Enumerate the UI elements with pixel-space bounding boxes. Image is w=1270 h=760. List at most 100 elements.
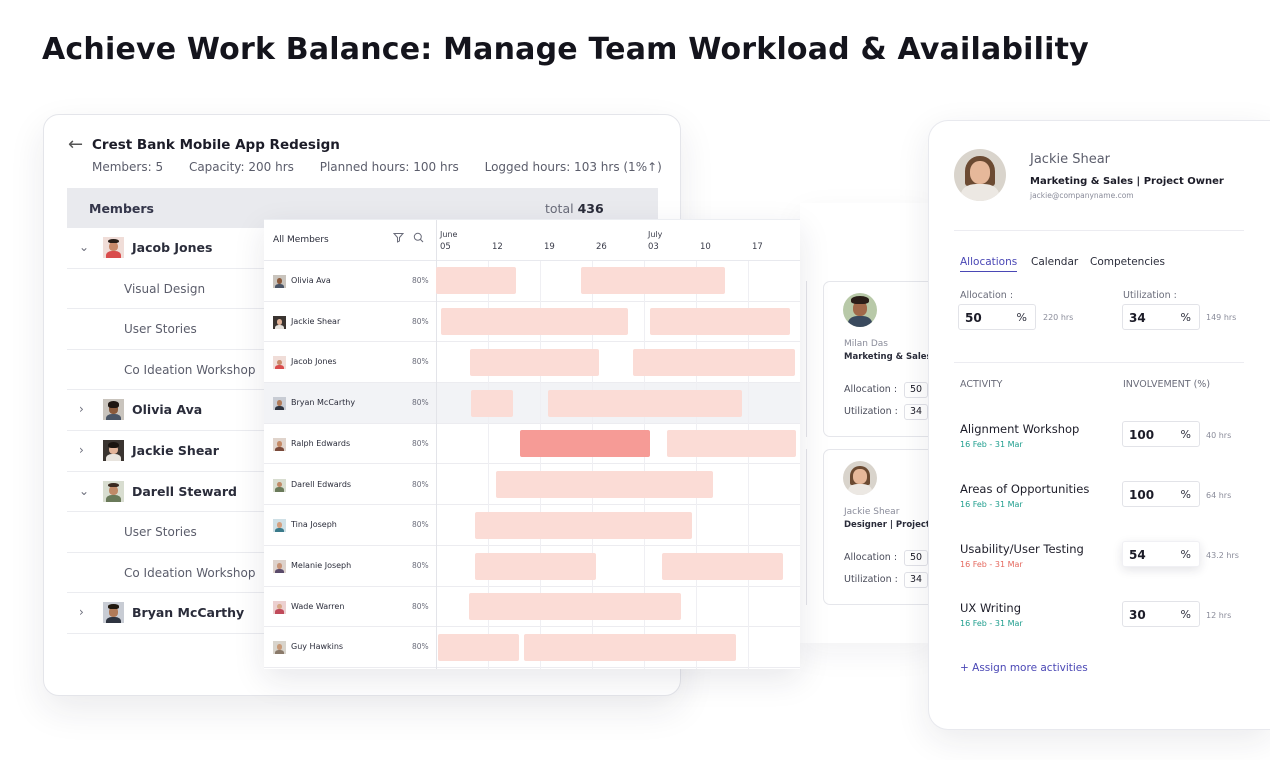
allocation-bar[interactable] xyxy=(581,267,725,294)
chevron-down-icon[interactable]: ⌄ xyxy=(79,240,89,254)
involvement-input[interactable]: 100 % xyxy=(1122,481,1200,507)
involvement-input-active[interactable]: 54 % xyxy=(1122,541,1200,567)
chevron-right-icon[interactable]: › xyxy=(79,443,84,457)
activity-name: Usability/User Testing xyxy=(960,542,1084,556)
activity-dates: 16 Feb - 31 Mar xyxy=(960,500,1023,509)
chevron-right-icon[interactable]: › xyxy=(79,402,84,416)
member-name: Olivia Ava xyxy=(291,276,331,285)
allocation-bar[interactable] xyxy=(441,308,628,335)
project-title: Crest Bank Mobile App Redesign xyxy=(92,137,340,153)
avatar xyxy=(103,399,124,421)
allocation-field[interactable]: 50 xyxy=(904,550,928,566)
utilization-field[interactable]: 34 xyxy=(904,404,928,420)
avatar xyxy=(103,237,124,258)
allocation-bar[interactable] xyxy=(438,634,519,661)
avatar xyxy=(843,461,877,495)
percent-unit: % xyxy=(1180,608,1191,621)
allocation-bar[interactable] xyxy=(650,308,790,335)
activity-dates: 16 Feb - 31 Mar xyxy=(960,440,1023,449)
allocation-percent: 80% xyxy=(412,398,429,408)
allocation-bar[interactable] xyxy=(524,634,736,661)
allocation-bar[interactable] xyxy=(469,593,681,620)
profile-photo xyxy=(954,149,1006,201)
allocation-bar[interactable] xyxy=(436,267,516,294)
allocation-bar[interactable] xyxy=(662,553,783,580)
percent-unit: % xyxy=(1180,548,1191,561)
allocation-label: Allocation : xyxy=(844,552,898,563)
member-name: Milan Das xyxy=(844,339,888,349)
search-icon[interactable] xyxy=(413,232,424,246)
utilization-field[interactable]: 34 xyxy=(904,572,928,588)
week-label: 05 xyxy=(440,242,451,252)
member-name: Ralph Edwards xyxy=(291,438,351,448)
activity-hours: 12 hrs xyxy=(1206,611,1232,620)
task-name: Visual Design xyxy=(124,281,206,296)
member-name: Olivia Ava xyxy=(132,402,203,418)
utilization-label: Utilization : xyxy=(844,406,898,417)
avatar xyxy=(843,293,877,327)
activity-dates: 16 Feb - 31 Mar xyxy=(960,560,1023,569)
allocation-bar[interactable] xyxy=(667,430,796,457)
chevron-down-icon[interactable]: ⌄ xyxy=(79,484,89,498)
utilization-hours: 149 hrs xyxy=(1206,313,1237,322)
task-name: Co Ideation Workshop xyxy=(124,565,256,580)
week-label: 19 xyxy=(544,242,555,252)
involvement-input[interactable]: 30 % xyxy=(1122,601,1200,627)
percent-unit: % xyxy=(1180,311,1191,324)
week-label: 10 xyxy=(700,242,711,252)
allocation-bar[interactable] xyxy=(471,390,513,417)
divider xyxy=(954,362,1244,363)
divider xyxy=(954,230,1244,231)
week-label: 17 xyxy=(752,242,763,252)
allocation-bar[interactable] xyxy=(633,349,795,376)
utilization-value: 34 xyxy=(1129,311,1146,325)
tab-competencies[interactable]: Competencies xyxy=(1090,256,1165,271)
allocation-percent: 80% xyxy=(412,316,429,326)
percent-unit: % xyxy=(1180,428,1191,441)
avatar xyxy=(103,440,124,461)
activity-name: Areas of Opportunities xyxy=(960,482,1090,496)
profile-email: jackie@companyname.com xyxy=(1030,191,1134,200)
allocation-input[interactable]: 50 % xyxy=(958,304,1036,330)
allocation-label: Allocation : xyxy=(844,384,898,395)
allocation-value: 50 xyxy=(965,311,982,325)
assign-more-activities-link[interactable]: + Assign more activities xyxy=(960,662,1088,674)
allocation-bar[interactable] xyxy=(470,349,599,376)
avatar xyxy=(273,356,286,370)
chevron-right-icon[interactable]: › xyxy=(79,605,84,619)
timeline-header: All Members June July 05 12 19 26 03 10 … xyxy=(264,220,800,261)
all-members-label: All Members xyxy=(273,235,329,245)
filter-icon[interactable] xyxy=(392,232,405,246)
utilization-label: Utilization : xyxy=(844,574,898,585)
allocation-bar[interactable] xyxy=(496,471,713,498)
allocation-bar-overloaded[interactable] xyxy=(520,430,650,457)
avatar xyxy=(273,519,286,533)
member-name: Darell Edwards xyxy=(291,479,352,489)
involvement-header: INVOLVEMENT (%) xyxy=(1123,379,1211,390)
allocation-bar[interactable] xyxy=(475,512,692,539)
member-name: Jackie Shear xyxy=(132,443,219,458)
workload-timeline: All Members June July 05 12 19 26 03 10 … xyxy=(264,219,800,669)
profile-name: Jackie Shear xyxy=(1030,152,1111,167)
percent-unit: % xyxy=(1016,311,1027,324)
member-detail-panel: Jackie Shear Marketing & Sales | Project… xyxy=(928,120,1270,730)
page-headline: Achieve Work Balance: Manage Team Worklo… xyxy=(42,32,1089,67)
allocation-percent: 80% xyxy=(412,479,429,489)
allocation-field[interactable]: 50 xyxy=(904,382,928,398)
involvement-input[interactable]: 100 % xyxy=(1122,421,1200,447)
tab-allocations[interactable]: Allocations xyxy=(960,256,1018,272)
allocation-bar[interactable] xyxy=(475,553,596,580)
allocation-percent: 80% xyxy=(412,438,429,448)
utilization-input[interactable]: 34 % xyxy=(1122,304,1200,330)
activity-hours: 43.2 hrs xyxy=(1206,551,1239,560)
month-label: June xyxy=(440,230,458,239)
avatar xyxy=(273,437,286,451)
member-name: Jacob Jones xyxy=(291,357,337,367)
task-name: Co Ideation Workshop xyxy=(124,362,256,377)
back-arrow-icon[interactable]: ← xyxy=(68,135,83,155)
allocation-bar[interactable] xyxy=(548,390,742,417)
involvement-value: 100 xyxy=(1129,428,1155,442)
task-name: User Stories xyxy=(124,525,197,540)
tab-calendar[interactable]: Calendar xyxy=(1031,256,1078,271)
allocation-percent: 80% xyxy=(412,601,429,611)
